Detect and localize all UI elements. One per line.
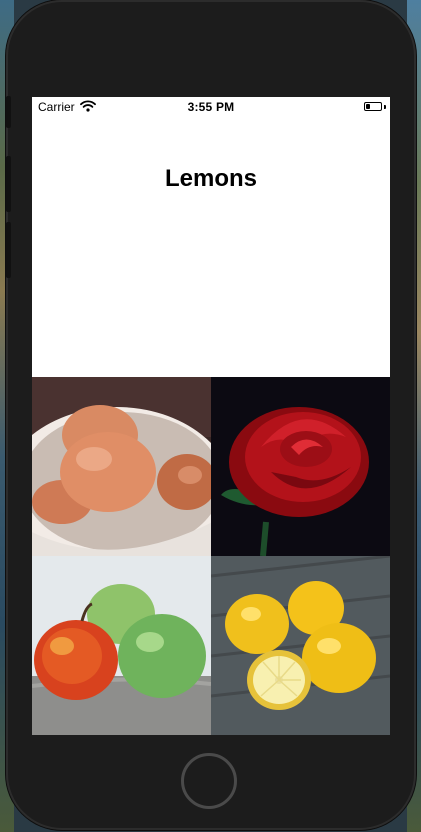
page-title: Lemons	[164, 165, 257, 192]
battery-tip	[384, 105, 386, 109]
photo-apples[interactable]	[32, 556, 211, 735]
battery-icon	[364, 102, 382, 111]
home-button[interactable]	[181, 753, 237, 809]
status-time: 3:55 PM	[187, 100, 235, 114]
volume-up-button	[6, 156, 11, 212]
photo-lemons[interactable]	[211, 556, 390, 735]
battery-level-fill	[366, 104, 371, 109]
status-bar: Carrier 3:55 PM	[32, 97, 390, 117]
volume-down-button	[6, 222, 11, 278]
mute-switch	[6, 96, 11, 128]
photo-eggs[interactable]	[32, 377, 211, 556]
app-screen: Carrier 3:55 PM Lemons	[32, 97, 390, 735]
photo-rose[interactable]	[211, 377, 390, 556]
photo-grid	[32, 377, 390, 735]
